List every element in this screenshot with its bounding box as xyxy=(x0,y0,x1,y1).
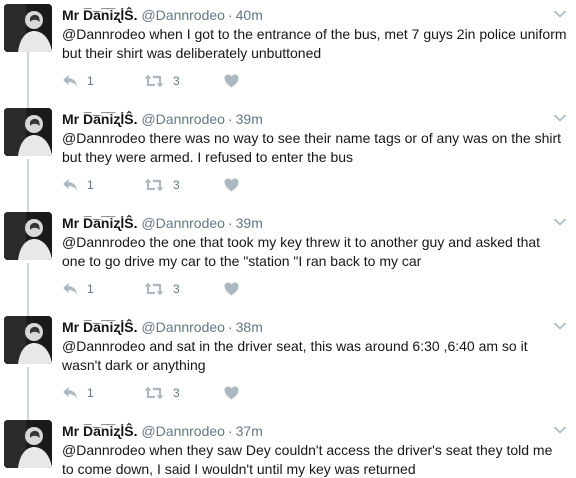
tweet-text: @Dannrodeo the one that took my key thre… xyxy=(62,234,541,269)
retweet-count: 3 xyxy=(173,386,180,400)
avatar[interactable] xyxy=(4,108,52,156)
tweet[interactable]: Mr D̅a̅n̅i̅ʐl̇Ŝ. @Dannrodeo · 39m @Dannrode… xyxy=(0,108,576,212)
author-name[interactable]: Mr D̅a̅n̅i̅ʐl̇Ŝ. xyxy=(62,7,137,23)
tweet-header: Mr D̅a̅n̅i̅ʐl̇Ŝ. @Dannrodeo · 39m xyxy=(62,110,263,128)
reply-button[interactable]: 1 xyxy=(62,71,94,91)
timestamp[interactable]: 38m xyxy=(236,319,263,335)
tweet[interactable]: Mr D̅a̅n̅i̅ʐl̇Ŝ. @Dannrodeo · 37m @Dannrode… xyxy=(0,420,576,478)
tweet[interactable]: Mr D̅a̅n̅i̅ʐl̇Ŝ. @Dannrodeo · 40m @Dannrode… xyxy=(0,4,576,108)
retweet-button[interactable]: 3 xyxy=(144,71,180,91)
author-handle[interactable]: @Dannrodeo xyxy=(141,215,225,231)
reply-count: 1 xyxy=(87,282,94,296)
reply-icon xyxy=(63,179,77,191)
retweet-button[interactable]: 3 xyxy=(144,383,180,403)
like-button[interactable] xyxy=(224,383,239,403)
separator-dot: · xyxy=(227,319,233,335)
retweet-button[interactable]: 3 xyxy=(144,175,180,195)
tweet-text: @Dannrodeo when I got to the entrance of… xyxy=(62,26,567,61)
reply-icon xyxy=(63,75,77,87)
reply-icon xyxy=(63,387,77,399)
tweet-text: @Dannrodeo there was no way to see their… xyxy=(62,130,562,165)
tweet-text: @Dannrodeo when they saw Dey couldn't ac… xyxy=(62,442,553,477)
heart-icon xyxy=(224,74,239,88)
retweet-count: 3 xyxy=(173,178,180,192)
timestamp[interactable]: 39m xyxy=(236,111,263,127)
like-button[interactable] xyxy=(224,279,239,299)
tweet-actions: 1 3 xyxy=(62,383,302,403)
tweet-actions: 1 3 xyxy=(62,279,302,299)
heart-icon xyxy=(224,282,239,296)
reply-button[interactable]: 1 xyxy=(62,383,94,403)
timestamp[interactable]: 40m xyxy=(236,7,263,23)
reply-button[interactable]: 1 xyxy=(62,279,94,299)
retweet-icon xyxy=(144,386,164,400)
separator-dot: · xyxy=(227,215,233,231)
retweet-button[interactable]: 3 xyxy=(144,279,180,299)
author-name[interactable]: Mr D̅a̅n̅i̅ʐl̇Ŝ. xyxy=(62,215,137,231)
tweet-thread: Mr D̅a̅n̅i̅ʐl̇Ŝ. @Dannrodeo · 40m @Dannrode… xyxy=(0,0,576,478)
timestamp[interactable]: 39m xyxy=(236,215,263,231)
retweet-icon xyxy=(144,282,164,296)
author-handle[interactable]: @Dannrodeo xyxy=(141,7,225,23)
retweet-icon xyxy=(144,178,164,192)
tweet-header: Mr D̅a̅n̅i̅ʐl̇Ŝ. @Dannrodeo · 40m xyxy=(62,6,263,24)
tweet-actions: 1 3 xyxy=(62,175,302,195)
separator-dot: · xyxy=(227,423,233,439)
reply-count: 1 xyxy=(87,386,94,400)
avatar[interactable] xyxy=(4,212,52,260)
tweet-header: Mr D̅a̅n̅i̅ʐl̇Ŝ. @Dannrodeo · 39m xyxy=(62,214,263,232)
tweet-text: @Dannrodeo and sat in the driver seat, t… xyxy=(62,338,528,373)
tweet[interactable]: Mr D̅a̅n̅i̅ʐl̇Ŝ. @Dannrodeo · 38m @Dannrode… xyxy=(0,316,576,420)
reply-icon xyxy=(63,283,77,295)
chevron-down-icon[interactable] xyxy=(554,112,566,124)
reply-count: 1 xyxy=(87,74,94,88)
heart-icon xyxy=(224,386,239,400)
separator-dot: · xyxy=(227,111,233,127)
author-handle[interactable]: @Dannrodeo xyxy=(141,111,225,127)
timestamp[interactable]: 37m xyxy=(236,423,263,439)
chevron-down-icon[interactable] xyxy=(554,424,566,436)
tweet-header: Mr D̅a̅n̅i̅ʐl̇Ŝ. @Dannrodeo · 38m xyxy=(62,318,263,336)
retweet-icon xyxy=(144,74,164,88)
reply-count: 1 xyxy=(87,178,94,192)
avatar[interactable] xyxy=(4,4,52,52)
tweet-actions: 1 3 xyxy=(62,71,302,91)
like-button[interactable] xyxy=(224,175,239,195)
author-name[interactable]: Mr D̅a̅n̅i̅ʐl̇Ŝ. xyxy=(62,319,137,335)
tweet[interactable]: Mr D̅a̅n̅i̅ʐl̇Ŝ. @Dannrodeo · 39m @Dannrode… xyxy=(0,212,576,316)
avatar[interactable] xyxy=(4,316,52,364)
reply-button[interactable]: 1 xyxy=(62,175,94,195)
author-handle[interactable]: @Dannrodeo xyxy=(141,319,225,335)
tweet-header: Mr D̅a̅n̅i̅ʐl̇Ŝ. @Dannrodeo · 37m xyxy=(62,422,263,440)
chevron-down-icon[interactable] xyxy=(554,320,566,332)
author-handle[interactable]: @Dannrodeo xyxy=(141,423,225,439)
like-button[interactable] xyxy=(224,71,239,91)
retweet-count: 3 xyxy=(173,74,180,88)
avatar[interactable] xyxy=(4,420,52,468)
separator-dot: · xyxy=(227,7,233,23)
retweet-count: 3 xyxy=(173,282,180,296)
author-name[interactable]: Mr D̅a̅n̅i̅ʐl̇Ŝ. xyxy=(62,423,137,439)
chevron-down-icon[interactable] xyxy=(554,8,566,20)
chevron-down-icon[interactable] xyxy=(554,216,566,228)
heart-icon xyxy=(224,178,239,192)
author-name[interactable]: Mr D̅a̅n̅i̅ʐl̇Ŝ. xyxy=(62,111,137,127)
